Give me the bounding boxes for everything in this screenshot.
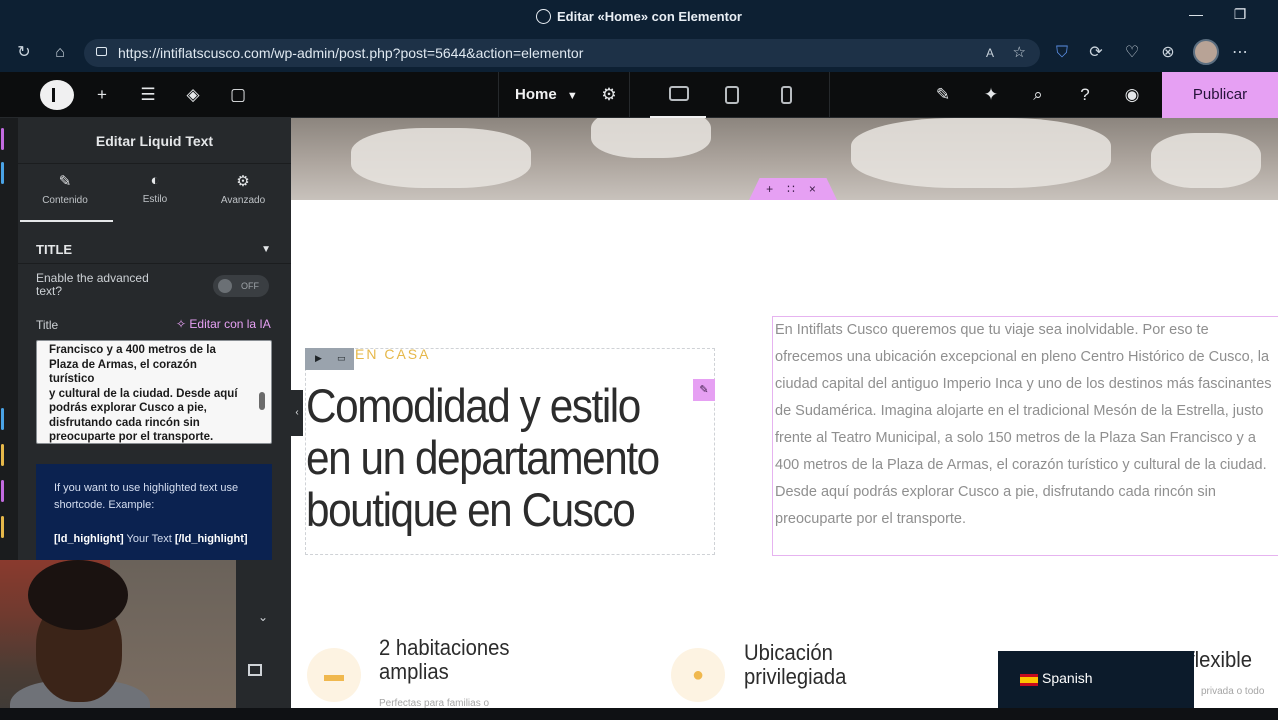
bed-icon: ▬	[307, 648, 361, 702]
webcam-overlay	[0, 560, 236, 720]
strip-marker	[1, 162, 4, 184]
strip-marker	[1, 444, 4, 466]
strip-marker	[1, 408, 4, 430]
container-icon[interactable]: ▭	[337, 353, 346, 364]
page-settings-gear-icon[interactable]: ⚙	[598, 84, 620, 106]
browser-toolbar: ↻ ⌂ https://intiflatscusco.com/wp-admin/…	[0, 34, 1278, 72]
structure-layers-icon[interactable]: ◈	[182, 84, 204, 106]
section-header-title[interactable]: TITLE ▼	[18, 234, 291, 264]
extension-icon[interactable]: ⟳	[1086, 43, 1106, 63]
page-name: Home	[515, 86, 557, 103]
profile-avatar[interactable]	[1193, 39, 1219, 65]
desktop-icon[interactable]	[669, 86, 689, 101]
strip-marker	[1, 516, 4, 538]
notice-text: If you want to use highlighted text use …	[54, 482, 239, 511]
add-element-icon[interactable]: +	[91, 84, 113, 106]
sparkle-icon: ✧	[176, 317, 190, 331]
page-canvas: +∷× ▶ ▭ EN CASA ✎ Comodidad y estilo en …	[291, 118, 1278, 708]
read-aloud-icon[interactable]: A	[986, 39, 994, 67]
lock-icon	[96, 47, 107, 56]
publish-button[interactable]: Publicar	[1162, 72, 1278, 118]
edit-widget-pencil-icon[interactable]: ✎	[693, 379, 715, 401]
advanced-text-label: Enable the advanced text?	[36, 271, 149, 298]
editor-panel: Editar Liquid Text ✎ Contenido ◐ Estilo ⚙ A…	[18, 118, 291, 560]
caret-down-icon: ▼	[261, 244, 271, 255]
grid-icon[interactable]	[248, 664, 262, 676]
language-switcher[interactable]: Spanish	[998, 651, 1194, 708]
play-icon[interactable]: ▶	[315, 353, 322, 364]
chevron-down-icon: ▼	[566, 90, 578, 102]
highlight-notice: If you want to use highlighted text use …	[36, 464, 272, 560]
title-textarea[interactable]: Francisco y a 400 metros de la Plaza de …	[36, 340, 272, 444]
mobile-icon[interactable]	[781, 86, 792, 104]
location-pin-icon: ●	[671, 648, 725, 702]
tab-contenido[interactable]: ✎ Contenido	[20, 172, 110, 218]
tab-estilo[interactable]: ◐ Estilo	[110, 172, 200, 218]
collapse-panel-handle[interactable]: ‹	[291, 390, 303, 436]
tab-avanzado[interactable]: ⚙ Avanzado	[198, 172, 288, 218]
feature-title: 2 habitaciones amplias	[379, 635, 510, 684]
url-text: https://intiflatscusco.com/wp-admin/post…	[118, 45, 584, 61]
notifications-rocket-icon[interactable]: ✦	[980, 84, 1002, 106]
strip-marker	[1, 480, 4, 502]
favorite-star-icon[interactable]: ☆	[1013, 39, 1026, 67]
preview-eye-icon[interactable]: ◉	[1121, 84, 1143, 106]
panel-title: Editar Liquid Text	[18, 118, 291, 164]
gear-icon: ⚙	[236, 173, 250, 190]
kicker-text: EN CASA	[355, 346, 431, 362]
main-heading[interactable]: Comodidad y estilo en un departamento bo…	[306, 380, 675, 536]
section-handle[interactable]: +∷×	[749, 178, 837, 200]
minimize-button[interactable]: —	[1186, 6, 1206, 26]
home-icon[interactable]: ⌂	[50, 43, 70, 63]
intro-paragraph[interactable]: En Intiflats Cusco queremos que tu viaje…	[772, 316, 1278, 556]
app-strip	[0, 118, 18, 560]
feature-subtitle: Perfectas para familias o	[379, 698, 490, 708]
window-title: Editar «Home» con Elementor	[557, 9, 742, 24]
security-extension-icon[interactable]: ⊗	[1158, 43, 1178, 63]
title-field-label: Title	[36, 318, 59, 332]
widget-toolbar[interactable]: ▶ ▭	[305, 348, 354, 370]
globe-icon	[536, 9, 552, 24]
edit-with-ai-button[interactable]: ✧ Editar con la IA	[176, 317, 271, 331]
more-menu-icon[interactable]: ⋯	[1230, 43, 1250, 63]
tools-pen-icon[interactable]: ✎	[932, 84, 954, 106]
reload-icon[interactable]: ↻	[14, 43, 34, 63]
pencil-icon: ✎	[58, 173, 72, 190]
heart-extension-icon[interactable]: ♡	[1122, 43, 1142, 63]
feature-subtitle: privada o todo	[1201, 686, 1265, 697]
shortcode-example: [ld_highlight] Your Text [/ld_highlight]	[54, 533, 248, 545]
shield-extension-icon[interactable]: ⛉	[1052, 43, 1072, 63]
elementor-logo-icon[interactable]	[40, 80, 74, 110]
active-tab-indicator	[20, 220, 113, 222]
address-bar[interactable]: https://intiflatscusco.com/wp-admin/post…	[84, 39, 1040, 67]
maximize-button[interactable]: ❐	[1230, 6, 1250, 26]
search-icon[interactable]: ⌕	[1027, 84, 1049, 106]
textarea-scrollbar[interactable]	[256, 344, 268, 438]
advanced-text-toggle[interactable]: OFF	[213, 275, 269, 297]
strip-marker	[1, 128, 4, 150]
feature-title: Ubicación privilegiada	[744, 640, 847, 689]
half-circle-icon: ◐	[150, 172, 160, 189]
tablet-icon[interactable]	[725, 86, 739, 104]
help-icon[interactable]: ?	[1074, 84, 1096, 106]
site-settings-icon[interactable]: ☰	[137, 84, 159, 106]
os-taskbar	[0, 708, 1278, 720]
spain-flag-icon	[1020, 674, 1038, 686]
window-title-bar: Editar «Home» con Elementor — ❐	[0, 0, 1278, 34]
feature-title: flexible	[1189, 647, 1253, 672]
elementor-top-bar: + ☰ ◈ ▢ Home ▼ ⚙ ✎ ✦ ⌕ ? ◉ Publicar	[0, 72, 1278, 118]
device-switcher	[640, 72, 830, 118]
comments-icon[interactable]: ▢	[227, 84, 249, 106]
chevron-down-icon[interactable]: ⌄	[258, 610, 268, 624]
